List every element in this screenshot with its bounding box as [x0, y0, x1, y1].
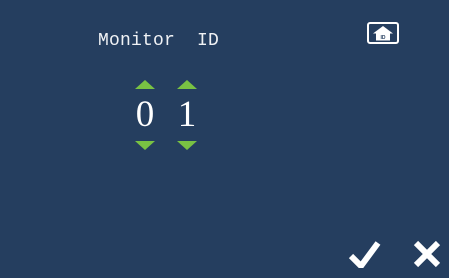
digit-2-value: 1	[177, 94, 197, 135]
digit-column-2: 1	[172, 80, 202, 160]
home-icon: ID	[373, 26, 393, 41]
cancel-button[interactable]	[412, 240, 442, 268]
close-icon	[413, 240, 441, 268]
digit-1-decrement-arrow[interactable]	[135, 141, 155, 150]
confirm-button[interactable]	[348, 240, 382, 271]
digit-1-increment-arrow[interactable]	[135, 80, 155, 89]
digit-2-decrement-arrow[interactable]	[177, 141, 197, 150]
home-button[interactable]: ID	[367, 22, 399, 44]
checkmark-icon	[348, 241, 381, 271]
monitor-id-screen: Monitor ID ID 0 1	[0, 0, 449, 278]
digit-2-increment-arrow[interactable]	[177, 80, 197, 89]
digit-1-value: 0	[135, 94, 155, 135]
digit-column-1: 0	[130, 80, 160, 160]
home-icon-badge: ID	[381, 35, 386, 41]
page-title: Monitor ID	[98, 31, 220, 51]
